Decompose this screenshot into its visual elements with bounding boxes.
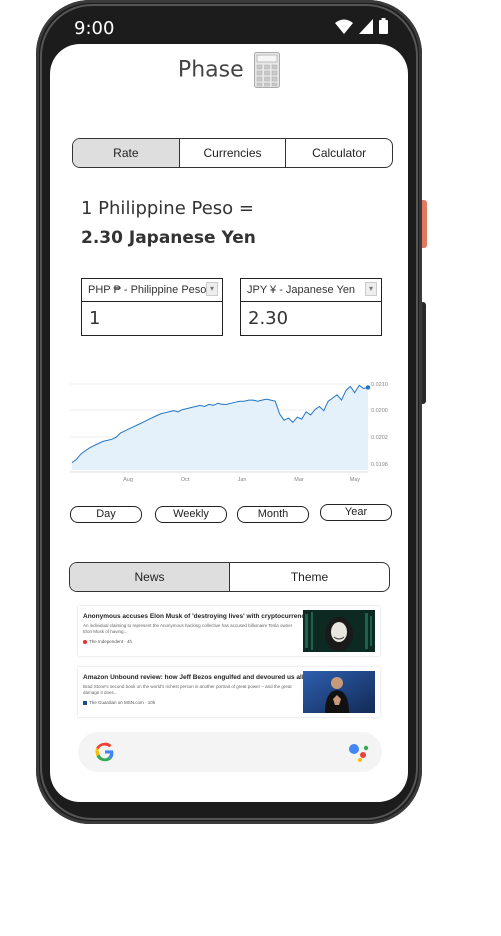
chart-x-tick-label: Oct <box>181 477 190 483</box>
battery-icon <box>379 18 388 34</box>
chart-area <box>72 385 368 470</box>
rate-result: 2.30 Japanese Yen <box>81 228 256 248</box>
news-snippet: An individual claiming to represent the … <box>83 623 293 634</box>
tab-news[interactable]: News <box>70 563 230 591</box>
news-thumbnail-icon <box>303 610 375 652</box>
news-source-label: The Independent · 4h <box>89 639 133 644</box>
chart-y-tick-label: 0.0198 <box>371 462 388 468</box>
app-screen: Phase Rate Currencies Calculator 1 Phili… <box>50 44 408 802</box>
google-search-bar[interactable] <box>78 732 382 772</box>
from-amount-input[interactable]: 1 <box>82 302 222 336</box>
tab-currencies[interactable]: Currencies <box>180 139 287 167</box>
news-source-icon <box>83 700 87 705</box>
status-icons <box>335 18 388 34</box>
volume-button <box>422 302 426 404</box>
google-assistant-icon[interactable] <box>348 742 370 762</box>
to-amount-input[interactable]: 2.30 <box>241 302 381 336</box>
chart-x-tick-label: Mar <box>294 477 304 483</box>
tab-calculator[interactable]: Calculator <box>286 139 392 167</box>
tab-rate[interactable]: Rate <box>73 139 180 167</box>
news-snippet: Brad Stone's second book on the world's … <box>83 684 292 695</box>
period-weekly-button[interactable]: Weekly <box>155 506 227 523</box>
chart-end-point[interactable] <box>365 385 371 390</box>
period-month-button[interactable]: Month <box>237 506 309 523</box>
chart-x-tick-label: Jan <box>238 477 247 483</box>
chart-x-tick-label: Aug <box>123 477 133 483</box>
news-source-icon <box>83 639 87 644</box>
bottom-tabs: News Theme <box>69 562 390 592</box>
tab-theme[interactable]: Theme <box>230 563 389 591</box>
rate-chart[interactable]: 0.0210 0.0200 0.0202 0.0198 Aug Oct Jan Mar May <box>70 372 390 484</box>
main-tabs: Rate Currencies Calculator <box>72 138 393 168</box>
period-year-button[interactable]: Year <box>320 504 392 521</box>
chevron-down-icon[interactable]: ▾ <box>206 282 218 296</box>
news-card[interactable]: Anonymous accuses Elon Musk of 'destroyi… <box>78 606 380 656</box>
google-logo-icon[interactable] <box>95 742 115 762</box>
from-currency-label: PHP ₱ - Philippine Peso <box>88 284 207 296</box>
chart-y-tick-label: 0.0210 <box>371 382 388 388</box>
chart-y-tick-label: 0.0200 <box>371 408 388 414</box>
status-time: 9:00 <box>74 18 115 39</box>
chevron-down-icon[interactable]: ▾ <box>365 282 377 296</box>
to-currency-select[interactable]: JPY ¥ - Japanese Yen ▾ <box>241 279 381 302</box>
calculator-icon <box>254 52 281 88</box>
from-currency-select[interactable]: PHP ₱ - Philippine Peso ▾ <box>82 279 222 302</box>
news-headline[interactable]: Anonymous accuses Elon Musk of 'destroyi… <box>83 613 303 620</box>
period-day-button[interactable]: Day <box>70 506 142 523</box>
news-thumbnail-icon <box>303 671 375 713</box>
signal-icon <box>359 18 373 34</box>
from-converter: PHP ₱ - Philippine Peso ▾ 1 <box>81 278 223 336</box>
status-bar: 9:00 <box>50 8 406 44</box>
news-card[interactable]: Amazon Unbound review: how Jeff Bezos en… <box>78 667 380 717</box>
app-title: Phase <box>177 57 244 83</box>
news-headline[interactable]: Amazon Unbound review: how Jeff Bezos en… <box>83 674 303 681</box>
rate-base: 1 Philippine Peso = <box>81 198 254 219</box>
app-header: Phase <box>50 52 408 88</box>
chart-y-tick-label: 0.0202 <box>371 435 388 441</box>
news-source: The Independent · 4h <box>83 639 132 644</box>
chart-x-tick-label: May <box>350 477 361 483</box>
to-converter: JPY ¥ - Japanese Yen ▾ 2.30 <box>240 278 382 336</box>
wifi-icon <box>335 19 353 34</box>
news-source: The Guardian on MSN.com · 10h <box>83 700 155 705</box>
news-source-label: The Guardian on MSN.com · 10h <box>89 700 156 705</box>
power-button <box>422 200 427 248</box>
to-currency-label: JPY ¥ - Japanese Yen <box>247 284 356 296</box>
